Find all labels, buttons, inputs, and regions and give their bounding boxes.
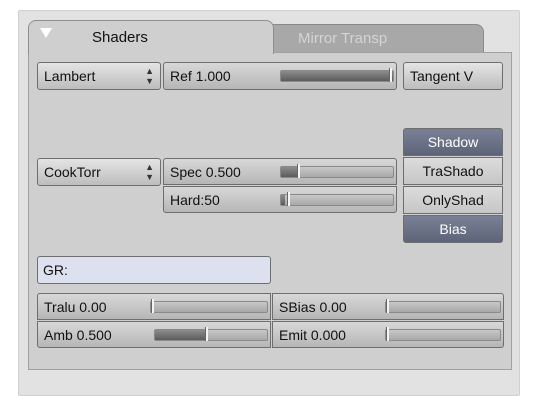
sbias-slider[interactable]: SBias 0.00 [272,293,504,320]
hard-knob[interactable] [287,191,290,206]
specular-shader-select[interactable]: CookTorr ▲ ▼ [37,158,161,186]
group-text-field[interactable]: GR: [37,256,271,284]
emit-knob[interactable] [386,326,389,341]
trashado-label: TraShado [422,163,484,179]
amb-label: Amb 0.500 [44,326,112,343]
shadow-label: Shadow [427,134,479,150]
diffuse-shader-value: Lambert [44,68,96,84]
tangent-v-button[interactable]: Tangent V [403,62,503,90]
amb-slider[interactable]: Amb 0.500 [37,321,271,348]
bias-toggle[interactable]: Bias [403,215,503,243]
emit-slider[interactable]: Emit 0.000 [272,321,504,348]
diffuse-shader-select[interactable]: Lambert ▲ ▼ [37,62,161,90]
spec-slider[interactable]: Spec 0.500 [163,158,397,185]
tralu-slider[interactable]: Tralu 0.00 [37,293,271,320]
amb-fill [155,329,207,340]
tangent-v-label: Tangent V [410,68,474,84]
tab-shaders[interactable] [28,20,274,54]
tab-mirror-transp-label: Mirror Transp [298,30,388,47]
hard-slider[interactable]: Hard:50 [163,186,397,213]
spec-knob[interactable] [297,163,300,178]
tralu-label: Tralu 0.00 [44,298,107,315]
spec-label: Spec 0.500 [170,163,241,180]
onlyshad-toggle[interactable]: OnlyShad [403,186,503,214]
ref-label: Ref 1.000 [170,68,231,84]
emit-track [385,326,501,341]
onlyshad-label: OnlyShad [422,192,484,208]
spec-fill [281,166,297,177]
ref-fill [281,71,393,81]
trashado-toggle[interactable]: TraShado [403,157,503,185]
hard-fill [281,194,286,205]
select-arrows-icon: ▲ ▼ [145,162,154,182]
ref-knob[interactable] [389,68,392,82]
group-label: GR: [43,262,68,278]
amb-knob[interactable] [205,326,208,341]
sbias-knob[interactable] [386,298,389,313]
ref-slider[interactable]: Ref 1.000 [163,62,397,90]
specular-shader-value: CookTorr [44,164,101,180]
hard-label: Hard:50 [170,191,220,208]
hard-track [280,191,394,206]
sbias-track [385,298,501,313]
select-arrows-icon: ▲ ▼ [145,66,154,86]
spec-track [280,163,394,178]
tralu-knob[interactable] [151,298,154,313]
emit-label: Emit 0.000 [279,326,346,343]
collapse-triangle-icon[interactable] [40,28,52,38]
shadow-toggle[interactable]: Shadow [403,128,503,156]
tralu-track [150,298,268,313]
tab-shaders-label: Shaders [92,29,148,46]
sbias-label: SBias 0.00 [279,298,347,315]
amb-track [154,326,268,341]
bias-label: Bias [439,221,467,237]
ref-track [280,68,394,82]
